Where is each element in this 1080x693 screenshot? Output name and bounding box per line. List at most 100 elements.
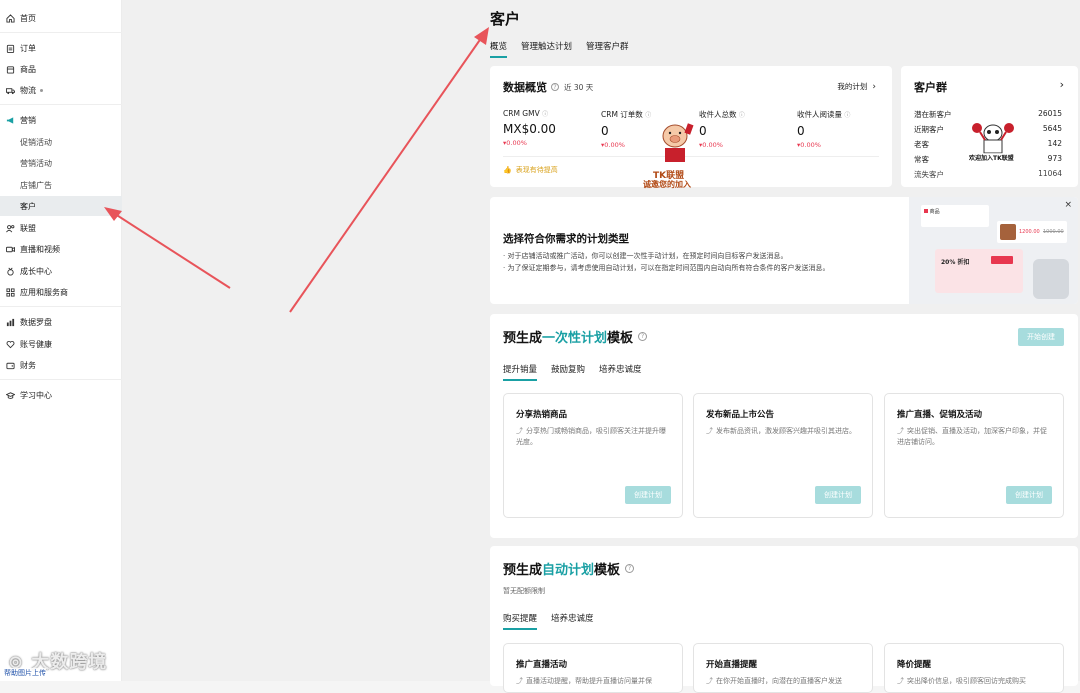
tab-encourage-repurchase[interactable]: 鼓励复购: [551, 363, 585, 381]
tab-overview[interactable]: 概览: [490, 40, 508, 58]
apps-icon: [6, 287, 15, 297]
sidebar-item-affiliate[interactable]: 联盟: [0, 218, 122, 238]
tab-purchase-reminder[interactable]: 购买提醒: [503, 612, 538, 630]
preview-discount-card: 20% 折扣: [935, 249, 1023, 293]
sidebar-item-label: 客户: [20, 201, 36, 211]
boot-icon: [1000, 224, 1016, 240]
start-create-button[interactable]: 开始创建: [1018, 328, 1064, 346]
help-icon[interactable]: ?: [551, 83, 559, 91]
sidebar-item-orders[interactable]: 订单: [0, 38, 122, 58]
data-overview-title: 数据概览: [503, 81, 547, 94]
chart-icon: [6, 318, 15, 327]
create-plan-button[interactable]: 创建计划: [1006, 486, 1052, 504]
template-card[interactable]: 开始直播提醒 ⤴ 在你开始直播时，向潜在的直播客户发送: [693, 643, 873, 693]
video-icon: [6, 245, 15, 254]
template-card[interactable]: 发布新品上市公告 ⤴ 发布新品资讯，激发顾客兴趣并吸引其进店。 创建计划: [693, 393, 873, 518]
one-time-tabs: 提升销量 鼓励复购 培养忠诚度: [503, 363, 642, 381]
tab-build-loyalty[interactable]: 培养忠诚度: [551, 612, 594, 630]
truck-icon: [6, 86, 15, 95]
panda-mascot-icon: [972, 123, 1014, 154]
sidebar-item-finance[interactable]: 财务: [0, 355, 122, 375]
segment-label: 常客: [914, 155, 929, 164]
sidebar-item-store-ads[interactable]: 店铺广告: [0, 175, 122, 195]
page-tabs: 概览 管理触达计划 管理客户群: [490, 40, 629, 58]
sidebar-item-promotions[interactable]: 促销活动: [0, 132, 122, 152]
sidebar-item-label: 学习中心: [20, 390, 52, 400]
segment-label: 流失客户: [914, 170, 944, 178]
metric-label: 收件人总数: [699, 110, 737, 119]
sidebar-item-label: 数据罗盘: [20, 317, 52, 327]
help-icon[interactable]: ?: [625, 564, 635, 573]
sidebar-item-live-video[interactable]: 直播和视频: [0, 239, 122, 259]
sidebar-item-home[interactable]: 首页: [0, 8, 122, 28]
metric-delta: 0.00%: [604, 141, 625, 149]
sidebar-item-learning[interactable]: 学习中心: [0, 385, 122, 405]
box-icon: [6, 65, 15, 74]
create-plan-button[interactable]: 创建计划: [815, 486, 861, 504]
template-desc: 突出降价信息，吸引顾客回访完成购买: [907, 677, 1026, 685]
my-plan-link[interactable]: 我的计划 ›: [837, 81, 876, 92]
metric-value: MX$0.00: [503, 122, 556, 136]
preview-price-old: 1000.00: [1043, 229, 1064, 235]
help-icon[interactable]: ?: [638, 332, 648, 341]
template-title: 开始直播提醒: [706, 660, 758, 670]
help-icon[interactable]: ⓘ: [645, 112, 651, 119]
sidebar-item-label: 营销: [20, 115, 36, 125]
metric-recipients: 收件人总数 ⓘ 0 ▾0.00%: [699, 109, 789, 149]
sidebar-item-marketing[interactable]: 营销: [0, 110, 122, 130]
date-range: 近 30 天: [564, 82, 594, 92]
sidebar-item-customers[interactable]: 客户: [0, 196, 122, 216]
metric-label: CRM GMV: [503, 109, 540, 118]
improve-note: 👍 表现有待提高: [503, 165, 558, 175]
plan-type-banner: 选择符合你需求的计划类型 · 对于店铺活动或推广活动，你可以创建一次性手动计划，…: [490, 197, 1078, 304]
sidebar-item-label: 订单: [20, 43, 36, 53]
sidebar-item-apps[interactable]: 应用和服务商: [0, 282, 122, 302]
heart-icon: [6, 340, 15, 349]
template-card[interactable]: 分享热销商品 ⤴ 分享热门或畅销商品，吸引顾客关注并提升曝光度。 创建计划: [503, 393, 683, 518]
divider: [0, 104, 122, 105]
metric-label: 收件人阅读量: [797, 110, 842, 119]
metric-reads: 收件人阅读量 ⓘ 0 ▾0.00%: [797, 109, 887, 149]
tab-build-loyalty[interactable]: 培养忠诚度: [599, 363, 642, 381]
upload-tag[interactable]: 帮助图片上传: [4, 668, 46, 678]
help-icon[interactable]: ⓘ: [844, 112, 850, 119]
one-time-title-prefix: 预生成: [503, 331, 543, 346]
tab-manage-segments[interactable]: 管理客户群: [586, 40, 629, 58]
auto-title-highlight: 自动计划: [542, 563, 595, 578]
auto-title-suffix: 模板: [594, 563, 621, 578]
tab-manage-plans[interactable]: 管理触达计划: [521, 40, 572, 58]
template-title: 推广直播、促销及活动: [897, 410, 983, 420]
preview-cta: [991, 256, 1013, 264]
divider: [0, 306, 122, 307]
notification-dot: [40, 88, 43, 92]
chart-line-icon: ⤴: [706, 427, 713, 435]
chart-line-icon: ⤴: [897, 677, 904, 685]
template-card[interactable]: 推广直播、促销及活动 ⤴ 突出促销、直播及活动，加深客户印象，并促进店铺访问。 创…: [884, 393, 1064, 518]
sidebar-item-campaigns[interactable]: 营销活动: [0, 153, 122, 173]
chevron-right-icon[interactable]: ›: [1060, 78, 1064, 91]
sidebar-item-label: 直播和视频: [20, 244, 60, 254]
preview-product-label: 商品: [929, 209, 940, 215]
segment-row[interactable]: 潜在新客户 26015: [914, 109, 1062, 120]
metric-label: CRM 订单数: [601, 110, 643, 119]
chart-line-icon: ⤴: [897, 427, 904, 435]
help-icon[interactable]: ⓘ: [542, 111, 548, 118]
tab-boost-sales[interactable]: 提升销量: [503, 363, 538, 381]
template-card[interactable]: 推广直播活动 ⤴ 直播活动提醒，帮助提升直播访问量并保: [503, 643, 683, 693]
sidebar-item-account-health[interactable]: 账号健康: [0, 334, 122, 354]
sidebar-item-products[interactable]: 商品: [0, 59, 122, 79]
template-card[interactable]: 降价提醒 ⤴ 突出降价信息，吸引顾客回访完成购买: [884, 643, 1064, 693]
sidebar-item-label: 营销活动: [20, 158, 52, 168]
help-icon[interactable]: ⓘ: [739, 112, 745, 119]
create-plan-button[interactable]: 创建计划: [625, 486, 671, 504]
auto-title: 预生成 自动计划 模板 ?: [503, 559, 635, 578]
chart-line-icon: ⤴: [516, 427, 523, 435]
sidebar-item-logistics[interactable]: 物流: [0, 80, 122, 100]
sidebar-item-label: 商品: [20, 64, 36, 74]
close-icon[interactable]: ×: [1064, 200, 1072, 210]
segment-row[interactable]: 流失客户 11064: [914, 169, 1062, 178]
sidebar-item-data-compass[interactable]: 数据罗盘: [0, 312, 122, 332]
preview-price-new: 1200.00: [1019, 229, 1040, 235]
one-time-title-highlight: 一次性计划: [542, 331, 608, 346]
sidebar-item-growth[interactable]: 成长中心: [0, 261, 122, 281]
